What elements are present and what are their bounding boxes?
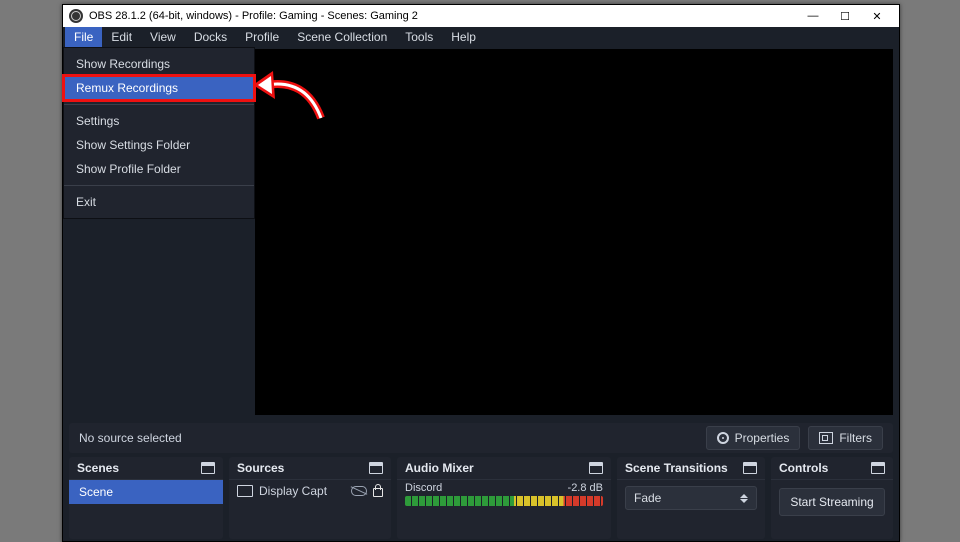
title-bar: OBS 28.1.2 (64-bit, windows) - Profile: … [63, 5, 899, 27]
menu-settings[interactable]: Settings [64, 109, 254, 133]
track-name: Discord [405, 482, 442, 494]
sources-title: Sources [237, 461, 284, 475]
start-streaming-button[interactable]: Start Streaming [779, 488, 885, 516]
audio-meter [405, 496, 603, 506]
menu-bar: File Edit View Docks Profile Scene Colle… [63, 27, 899, 47]
menu-help[interactable]: Help [442, 27, 485, 47]
dock-icon[interactable] [589, 462, 603, 474]
obs-window: OBS 28.1.2 (64-bit, windows) - Profile: … [62, 4, 900, 542]
source-label: Display Capt [259, 484, 345, 498]
menu-profile[interactable]: Profile [236, 27, 288, 47]
filters-button[interactable]: Filters [808, 426, 883, 450]
mixer-track: Discord -2.8 dB [397, 480, 611, 508]
transitions-panel: Scene Transitions Fade [617, 457, 765, 539]
transition-value: Fade [634, 491, 661, 505]
scenes-header: Scenes [69, 457, 223, 480]
sources-header: Sources [229, 457, 391, 480]
menu-show-settings-folder[interactable]: Show Settings Folder [64, 133, 254, 157]
menu-view[interactable]: View [141, 27, 185, 47]
maximize-button[interactable]: ☐ [829, 5, 861, 27]
menu-scene-collection[interactable]: Scene Collection [288, 27, 396, 47]
gear-icon [717, 432, 729, 444]
obs-logo-icon [69, 9, 83, 23]
transitions-title: Scene Transitions [625, 461, 728, 475]
preview-area[interactable] [255, 49, 893, 415]
menu-separator [64, 104, 254, 105]
menu-docks[interactable]: Docks [185, 27, 236, 47]
source-toolbar: No source selected Properties Filters [69, 423, 893, 453]
sources-panel: Sources Display Capt [229, 457, 391, 539]
controls-panel: Controls Start Streaming [771, 457, 893, 539]
audio-mixer-panel: Audio Mixer Discord -2.8 dB [397, 457, 611, 539]
transitions-header: Scene Transitions [617, 457, 765, 480]
transition-select[interactable]: Fade [625, 486, 757, 510]
file-dropdown: Show Recordings Remux Recordings Setting… [63, 47, 255, 219]
dock-icon[interactable] [871, 462, 885, 474]
menu-file[interactable]: File [65, 27, 102, 47]
mixer-header: Audio Mixer [397, 457, 611, 480]
controls-header: Controls [771, 457, 893, 480]
mixer-title: Audio Mixer [405, 461, 474, 475]
menu-tools[interactable]: Tools [396, 27, 442, 47]
menu-remux-recordings[interactable]: Remux Recordings [64, 76, 254, 100]
track-level: -2.8 dB [568, 482, 603, 494]
controls-title: Controls [779, 461, 828, 475]
lock-icon[interactable] [373, 488, 383, 497]
properties-label: Properties [735, 431, 790, 445]
filters-icon [819, 432, 833, 444]
dock-icon[interactable] [743, 462, 757, 474]
dock-icon[interactable] [201, 462, 215, 474]
source-item[interactable]: Display Capt [229, 480, 391, 502]
dock-icon[interactable] [369, 462, 383, 474]
minimize-button[interactable]: — [797, 5, 829, 27]
updown-icon [740, 494, 748, 503]
properties-button[interactable]: Properties [706, 426, 801, 450]
scenes-title: Scenes [77, 461, 119, 475]
window-title: OBS 28.1.2 (64-bit, windows) - Profile: … [89, 10, 797, 22]
menu-separator [64, 185, 254, 186]
menu-exit[interactable]: Exit [64, 190, 254, 214]
close-button[interactable]: ✕ [861, 5, 893, 27]
filters-label: Filters [839, 431, 872, 445]
menu-edit[interactable]: Edit [102, 27, 141, 47]
no-source-label: No source selected [79, 431, 698, 445]
display-icon [237, 485, 253, 497]
scenes-panel: Scenes Scene [69, 457, 223, 539]
dock-panels: Scenes Scene Sources Display Capt Audio … [69, 457, 893, 539]
menu-show-recordings[interactable]: Show Recordings [64, 52, 254, 76]
visibility-icon[interactable] [351, 486, 367, 496]
scene-item[interactable]: Scene [69, 480, 223, 504]
menu-show-profile-folder[interactable]: Show Profile Folder [64, 157, 254, 181]
